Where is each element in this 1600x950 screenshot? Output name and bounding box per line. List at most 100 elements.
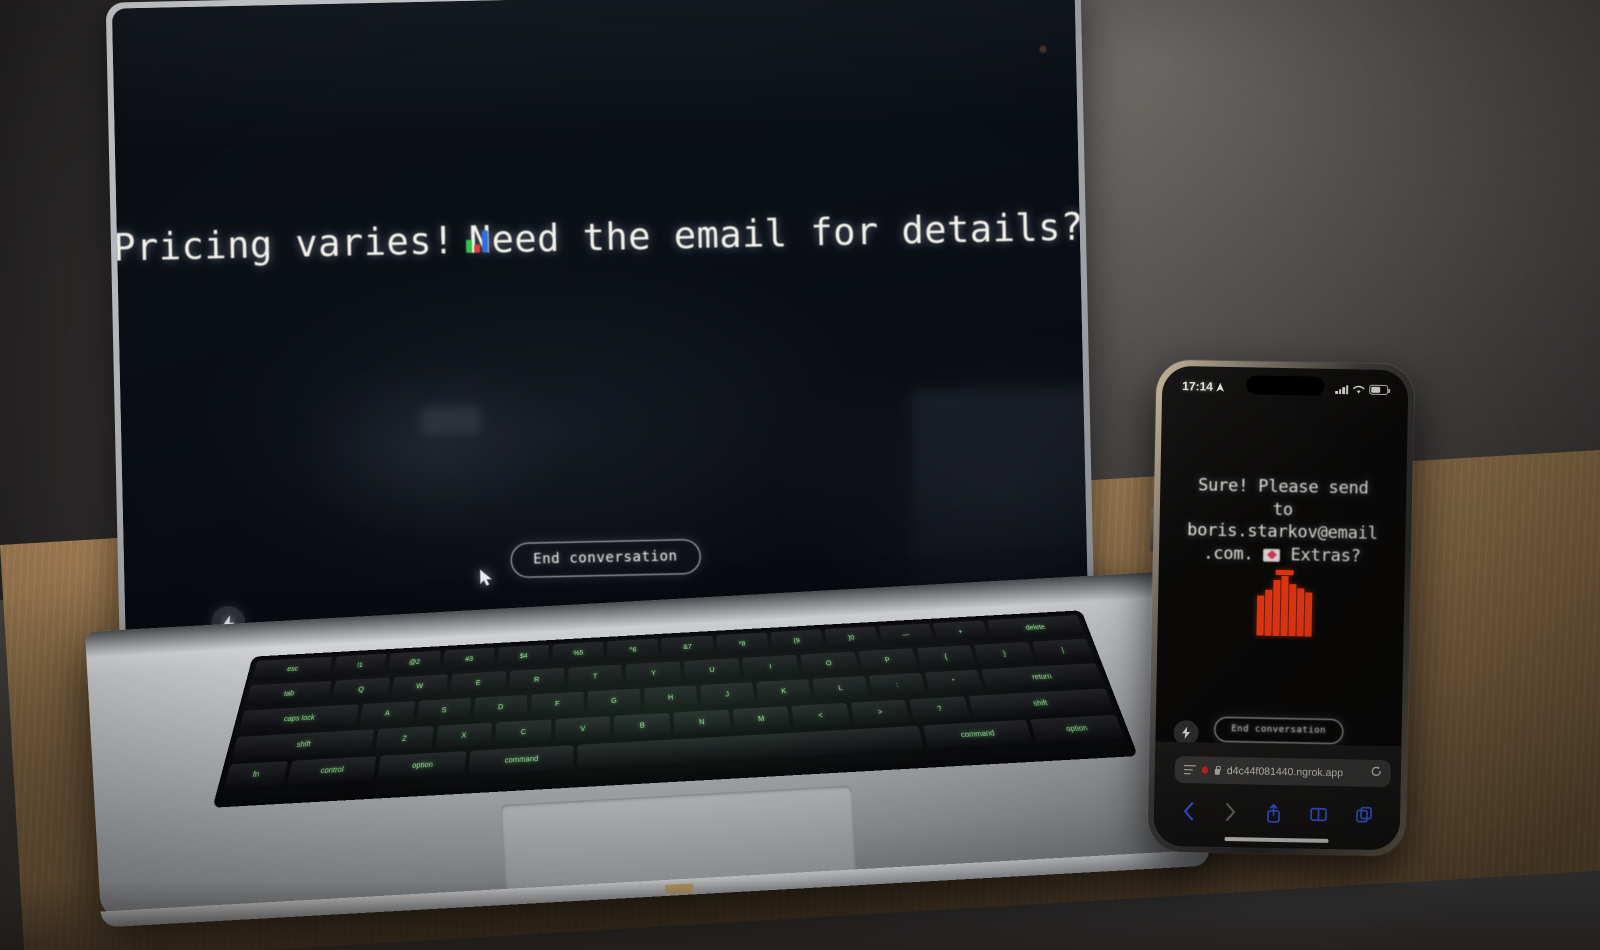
keyboard-key[interactable]: F	[530, 691, 584, 717]
location-arrow-icon	[1215, 382, 1224, 392]
laptop-base: esc !1 @2 #3 $4 %5 ^6 &7 *8 (9)0— + delete tab Q W E R T…	[85, 570, 1210, 928]
reload-icon[interactable]	[1371, 764, 1382, 782]
keyboard-key[interactable]: Q	[331, 677, 390, 702]
keyboard-key[interactable]: S	[416, 697, 472, 723]
keyboard-key[interactable]: —	[878, 623, 934, 647]
keyboard-key[interactable]: L	[812, 675, 869, 701]
keyboard-key[interactable]: K	[756, 679, 812, 704]
webcam-indicator	[1039, 46, 1047, 53]
keyboard-key[interactable]: J	[700, 682, 755, 707]
home-indicator[interactable]	[1224, 836, 1329, 843]
keyboard-key[interactable]: Z	[375, 725, 434, 752]
lightning-bolt-icon	[1182, 726, 1191, 739]
keyboard-key[interactable]: M	[732, 706, 791, 732]
tabs-button[interactable]	[1355, 806, 1372, 823]
keyboard-key[interactable]: control	[286, 756, 377, 785]
keyboard-key[interactable]: caps lock	[238, 704, 359, 733]
message-line-4-prefix: .com.	[1203, 543, 1254, 565]
keyboard-key[interactable]: +	[932, 620, 989, 644]
phone-screen[interactable]: 17:14 Sure! Please send to boris.starkov…	[1153, 365, 1409, 851]
keyboard-key[interactable]: @2	[387, 650, 442, 674]
keyboard-key[interactable]: option	[1030, 714, 1125, 743]
keyboard-key[interactable]: U	[684, 658, 741, 683]
keyboard-key[interactable]: command	[468, 745, 574, 775]
pixel-bar	[1280, 576, 1289, 637]
end-conversation-button[interactable]: End conversation	[509, 538, 702, 579]
keyboard-key[interactable]: <	[791, 702, 851, 729]
keyboard-key[interactable]: B	[614, 712, 671, 739]
keyboard-key[interactable]: %5	[552, 641, 604, 665]
keyboard-key[interactable]: #3	[442, 647, 496, 671]
laptop-chat-message: Pricing varies! Need the email for detai…	[113, 205, 1084, 269]
keyboard-key[interactable]: V	[554, 716, 611, 742]
share-button[interactable]	[1266, 803, 1281, 823]
keyboard-key[interactable]: {	[916, 645, 977, 669]
cellular-signal-icon	[1335, 384, 1349, 394]
keyboard-key[interactable]: option	[377, 751, 467, 780]
keyboard-key[interactable]: W	[390, 674, 448, 699]
keyboard-key[interactable]: (9	[770, 629, 824, 653]
keyboard-key[interactable]: "	[924, 669, 984, 695]
keyboard-key[interactable]: Y	[626, 661, 682, 686]
message-line-4: .com. Extras?	[1167, 542, 1397, 569]
keyboard-key[interactable]: shift	[231, 729, 375, 760]
keyboard-key[interactable]: tab	[245, 680, 332, 707]
end-conversation-button[interactable]: End conversation	[1214, 716, 1344, 745]
keyboard-key[interactable]: return	[981, 663, 1104, 691]
message-prefix: Pricing varies!	[112, 219, 456, 270]
keyboard-key[interactable]: ^6	[607, 638, 659, 662]
wifi-icon	[1353, 385, 1365, 394]
keyboard-key[interactable]: H	[643, 685, 698, 711]
keyboard-key[interactable]: I	[742, 654, 800, 679]
forward-button[interactable]	[1224, 802, 1237, 822]
keyboard-key[interactable]: ?	[909, 696, 971, 722]
battery-icon	[1369, 384, 1389, 396]
keyboard-key[interactable]: D	[473, 694, 528, 720]
pixel-bar	[1288, 584, 1297, 637]
keyboard-key[interactable]: E	[449, 671, 506, 696]
keyboard-key[interactable]: :	[868, 672, 927, 698]
bookmarks-button[interactable]	[1309, 806, 1327, 821]
pixel-bar	[1304, 592, 1313, 637]
keyboard-key[interactable]: T	[567, 664, 623, 689]
message-line-4-suffix: Extras?	[1290, 545, 1361, 567]
keyboard-key[interactable]: G	[587, 688, 641, 714]
keyboard-key[interactable]: N	[673, 709, 731, 736]
keyboard-key[interactable]: }	[974, 641, 1036, 666]
status-bar-right	[1335, 384, 1389, 396]
safari-toolbar	[1154, 796, 1401, 831]
keyboard-key[interactable]: |	[1032, 638, 1095, 663]
keyboard-key[interactable]: X	[434, 722, 493, 749]
keyboard-key[interactable]: esc	[252, 656, 333, 682]
keyboard-key[interactable]: $4	[497, 644, 550, 668]
keyboard-key[interactable]: &7	[661, 635, 714, 659]
keyboard-key[interactable]: shift	[968, 688, 1114, 719]
keyboard-key[interactable]: R	[508, 667, 564, 692]
keyboard-key[interactable]: O	[800, 651, 859, 676]
reader-view-icon[interactable]	[1183, 764, 1196, 775]
status-time-label: 17:14	[1182, 379, 1214, 394]
keyboard-key[interactable]: )0	[824, 626, 879, 650]
pixel-bar	[1264, 589, 1273, 636]
red-pixel-graphic	[1244, 569, 1317, 637]
keyboard-key[interactable]: fn	[224, 761, 288, 789]
keyboard-key[interactable]: command	[923, 719, 1034, 749]
keyboard-key[interactable]: C	[494, 719, 552, 746]
keyboard-key[interactable]: P	[858, 648, 918, 673]
pixel-cap	[1275, 569, 1294, 576]
keyboard-key[interactable]: delete	[986, 615, 1085, 641]
keyboard-key[interactable]: >	[850, 699, 911, 726]
url-bar[interactable]: d4c44f081440.ngrok.app	[1174, 755, 1392, 788]
keyboard-key[interactable]: A	[359, 701, 416, 727]
photo-scene: Pricing varies! Need the email for detai…	[0, 0, 1600, 950]
keyboard-key[interactable]: !1	[332, 653, 387, 677]
phone-chat-message: Sure! Please send to boris.starkov@email…	[1167, 474, 1399, 569]
keyboard-key[interactable]: *8	[715, 632, 769, 656]
pixel-bar	[1272, 579, 1281, 636]
message-line-1: Sure! Please send	[1197, 475, 1369, 499]
back-button[interactable]	[1182, 802, 1195, 821]
laptop-screen[interactable]: Pricing varies! Need the email for detai…	[111, 0, 1089, 659]
screen-glare	[111, 0, 1078, 149]
phone-status-bar: 17:14	[1162, 376, 1408, 401]
pixel-bar	[1296, 588, 1305, 637]
